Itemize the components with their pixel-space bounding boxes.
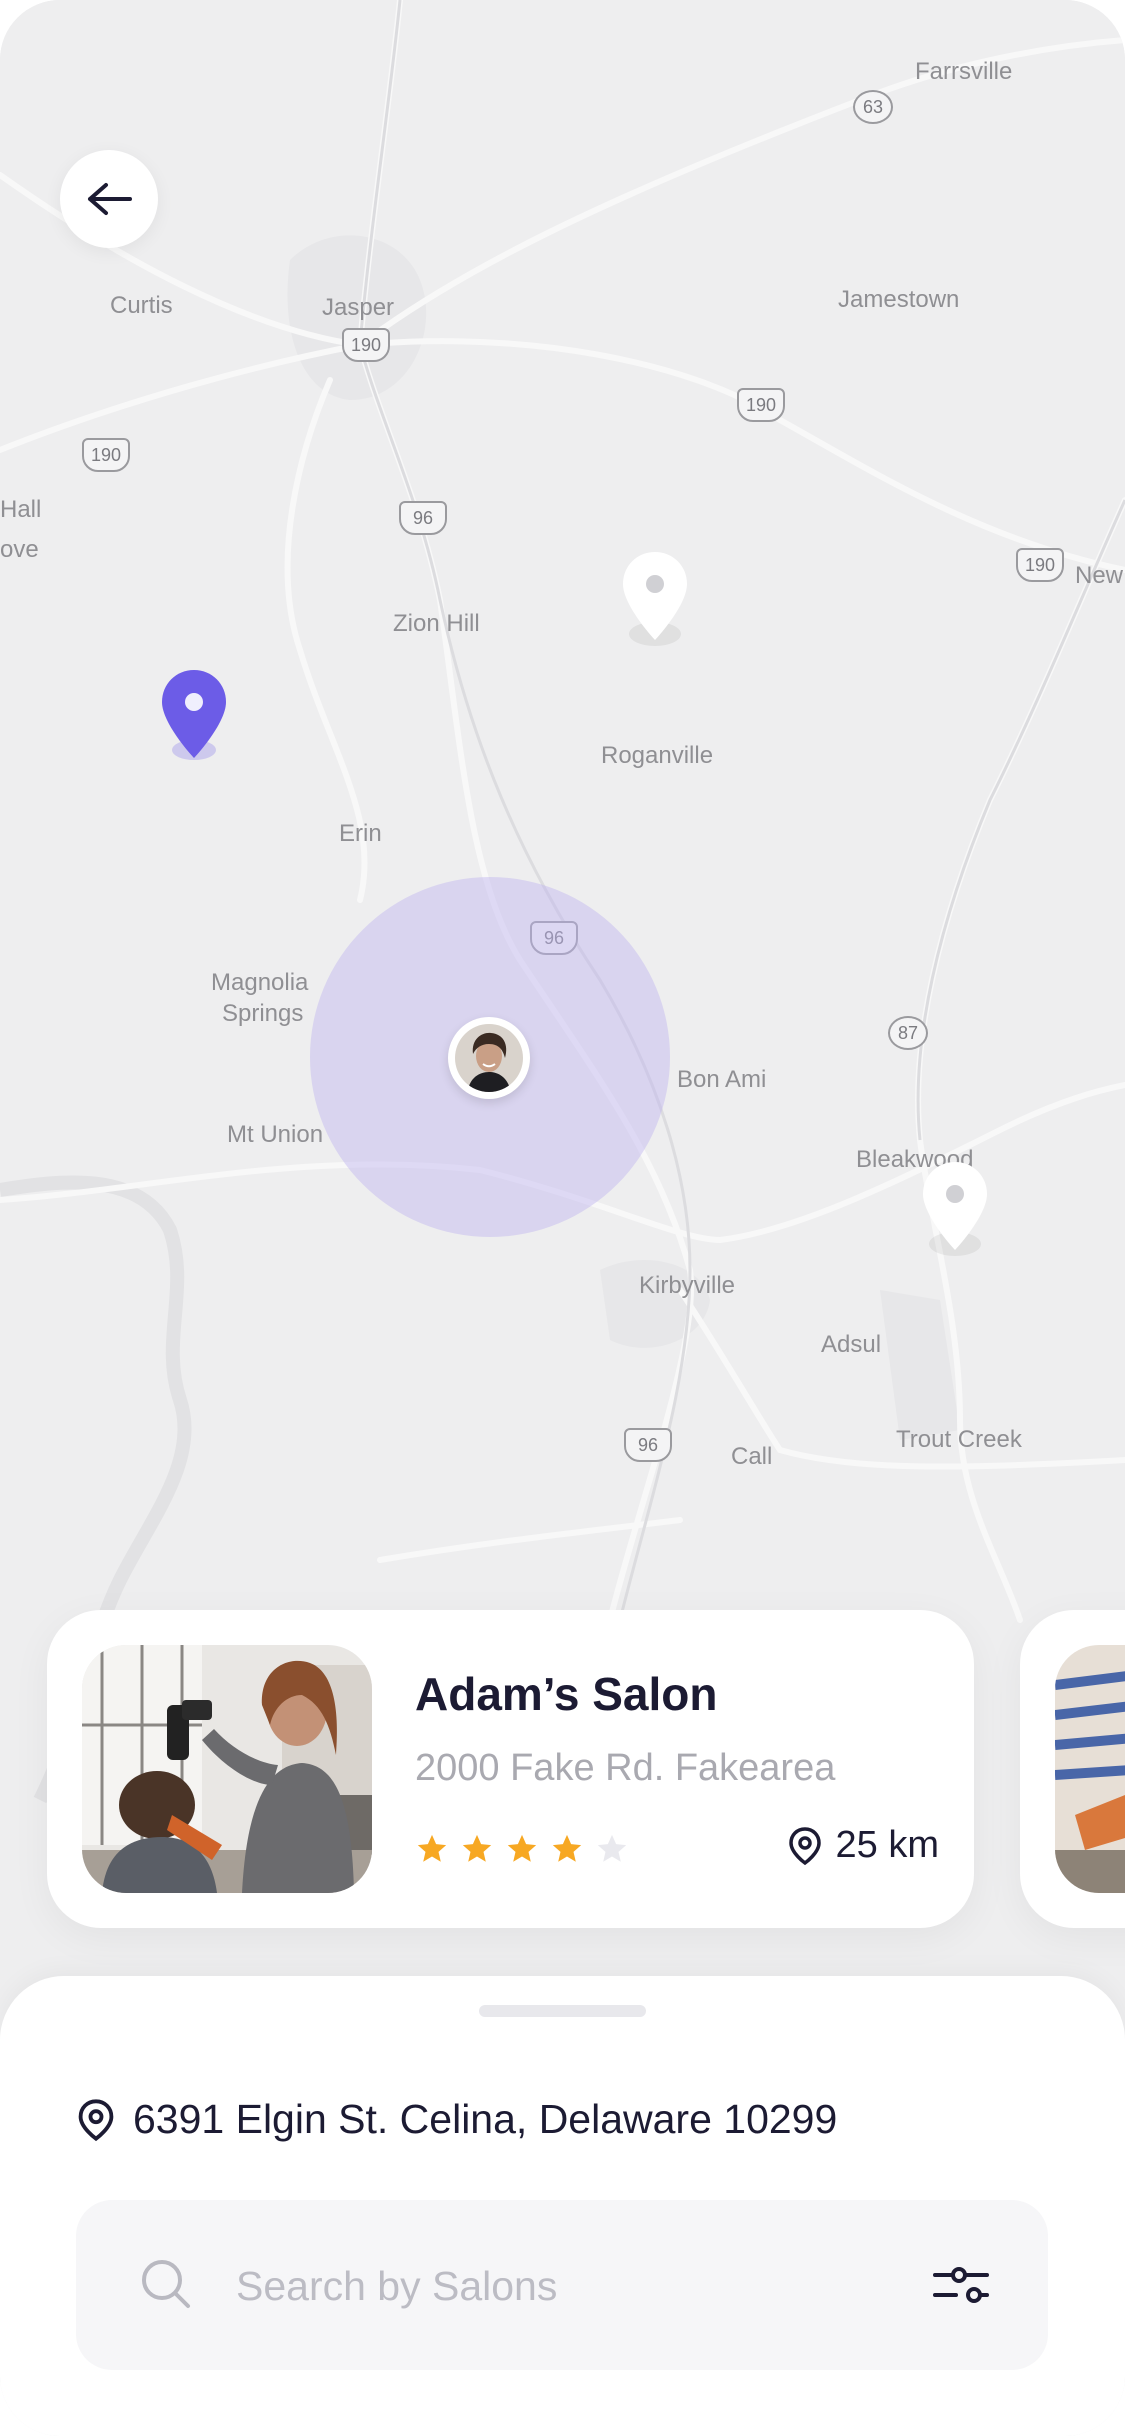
location-pin-icon <box>78 2098 114 2141</box>
route-shield-87: 87 <box>888 1016 928 1050</box>
location-pin-icon <box>788 1826 821 1865</box>
map-label-new: New <box>1075 562 1124 589</box>
star-icon <box>462 1834 492 1862</box>
sheet-handle[interactable] <box>479 2005 646 2017</box>
route-shield-96: 96 <box>399 501 447 535</box>
salon-distance: 25 km <box>788 1824 939 1867</box>
current-location-text: 6391 Elgin St. Celina, Delaware 10299 <box>133 2096 838 2142</box>
avatar <box>455 1024 523 1092</box>
map-label-jamestown: Jamestown <box>838 286 960 313</box>
map-label-jasper: Jasper <box>322 294 395 321</box>
star-icon <box>507 1834 537 1862</box>
map-label-call: Call <box>731 1443 773 1470</box>
distance-value: 25 km <box>835 1824 939 1866</box>
salon-rating <box>415 1832 629 1866</box>
star-icon <box>417 1834 447 1862</box>
screen: Farrsville Curtis Jasper Jamestown Hall … <box>0 0 1125 2436</box>
salon-card-next[interactable] <box>1020 1610 1125 1928</box>
back-button[interactable] <box>60 150 158 248</box>
route-shield-190: 190 <box>82 438 130 472</box>
map-label-kirbyville: Kirbyville <box>639 1272 736 1299</box>
map-label-mt-union: Mt Union <box>227 1121 324 1148</box>
user-location-avatar[interactable] <box>448 1017 530 1099</box>
map-label-bon-ami: Bon Ami <box>677 1066 767 1093</box>
star-icon <box>597 1834 627 1862</box>
salon-card[interactable]: Adam’s Salon 2000 Fake Rd. Fakearea 25 k… <box>47 1610 974 1928</box>
map-label-magnolia: Magnolia <box>211 969 309 996</box>
map-label-adsul: Adsul <box>821 1331 882 1358</box>
current-location[interactable]: 6391 Elgin St. Celina, Delaware 10299 <box>77 2096 837 2143</box>
map-pin-icon <box>162 670 226 760</box>
salon-photo <box>82 1645 372 1893</box>
map-label-springs: Springs <box>222 1000 304 1027</box>
arrow-left-icon <box>88 183 132 215</box>
search-input[interactable] <box>234 2250 858 2322</box>
map-label-hall: Hall <box>0 496 42 523</box>
star-icon <box>552 1834 582 1862</box>
salon-address: 2000 Fake Rd. Fakearea <box>415 1747 836 1789</box>
map-label-trout-creek: Trout Creek <box>896 1426 1022 1453</box>
salon-pin[interactable] <box>620 550 690 646</box>
map-label-curtis: Curtis <box>110 292 173 319</box>
route-shield-190: 190 <box>737 388 785 422</box>
route-shield-190: 190 <box>1016 548 1064 582</box>
salon-name: Adam’s Salon <box>415 1668 718 1720</box>
search-icon <box>142 2260 190 2308</box>
route-shield-96: 96 <box>624 1428 672 1462</box>
bottom-sheet[interactable]: 6391 Elgin St. Celina, Delaware 10299 <box>0 1976 1125 2436</box>
map-label-farrsville: Farrsville <box>915 58 1013 85</box>
sliders-icon[interactable] <box>932 2262 990 2308</box>
search-bar[interactable] <box>76 2200 1048 2370</box>
map-label-erin: Erin <box>339 820 382 847</box>
map-pin-icon <box>623 552 687 646</box>
salon-pin-selected[interactable] <box>159 668 229 760</box>
salon-pin[interactable] <box>920 1160 990 1256</box>
route-shield-63: 63 <box>853 90 893 124</box>
map-pin-icon <box>923 1162 987 1256</box>
map-label-roganville: Roganville <box>601 742 714 769</box>
route-shield-190: 190 <box>342 328 390 362</box>
map-label-zion-hill: Zion Hill <box>393 610 480 637</box>
salon-photo <box>1055 1645 1125 1893</box>
map-label-ove: ove <box>0 536 39 563</box>
